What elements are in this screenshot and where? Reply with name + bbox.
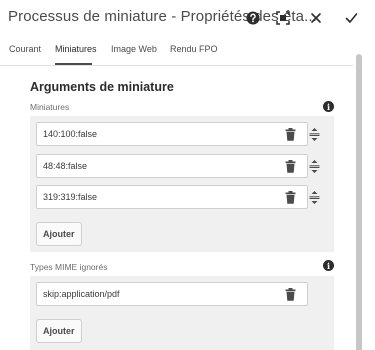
ignored-mime-label: Types MIME ignorés — [30, 262, 108, 272]
checkmark-icon[interactable] — [342, 9, 360, 27]
add-thumbnail-button[interactable]: Ajouter — [36, 222, 82, 246]
info-icon[interactable]: i — [323, 101, 334, 112]
thumbnail-field[interactable]: 48:48:false — [36, 154, 308, 178]
drag-reorder-icon[interactable] — [306, 126, 322, 142]
help-icon[interactable] — [244, 9, 262, 27]
thumbnail-field[interactable]: 140:100:false — [36, 122, 308, 146]
mime-type-field[interactable]: skip:application/pdf — [36, 282, 308, 306]
ignored-mime-panel: skip:application/pdf Ajouter — [30, 276, 334, 350]
add-mime-type-button[interactable]: Ajouter — [36, 319, 82, 343]
trash-icon[interactable] — [282, 158, 298, 174]
thumbnails-label: Miniatures — [30, 102, 70, 112]
tab-courant[interactable]: Courant — [9, 44, 41, 54]
thumbnails-panel: 140:100:false 48:48:false 319:319:false … — [30, 116, 334, 252]
tab-image-web[interactable]: Image Web — [111, 44, 157, 54]
fullscreen-icon[interactable] — [274, 9, 292, 27]
trash-icon[interactable] — [282, 286, 298, 302]
dialog-title: Processus de miniature - Propriétés des … — [8, 8, 317, 25]
tabs-divider — [0, 65, 353, 66]
trash-icon[interactable] — [282, 189, 298, 205]
drag-reorder-icon[interactable] — [306, 158, 322, 174]
tab-miniatures[interactable]: Miniatures — [55, 44, 97, 54]
scrollbar-thumb[interactable] — [356, 54, 362, 350]
scrollbar[interactable] — [356, 40, 362, 350]
info-icon[interactable]: i — [323, 260, 334, 271]
trash-icon[interactable] — [282, 126, 298, 142]
dialog-header: Processus de miniature - Propriétés des … — [0, 0, 375, 36]
section-title: Arguments de miniature — [30, 80, 174, 94]
tab-bar: Courant Miniatures Image Web Rendu FPO — [0, 44, 360, 66]
tab-rendu-fpo[interactable]: Rendu FPO — [170, 44, 218, 54]
drag-reorder-icon[interactable] — [306, 189, 322, 205]
close-icon[interactable] — [307, 9, 325, 27]
thumbnail-field[interactable]: 319:319:false — [36, 185, 308, 209]
